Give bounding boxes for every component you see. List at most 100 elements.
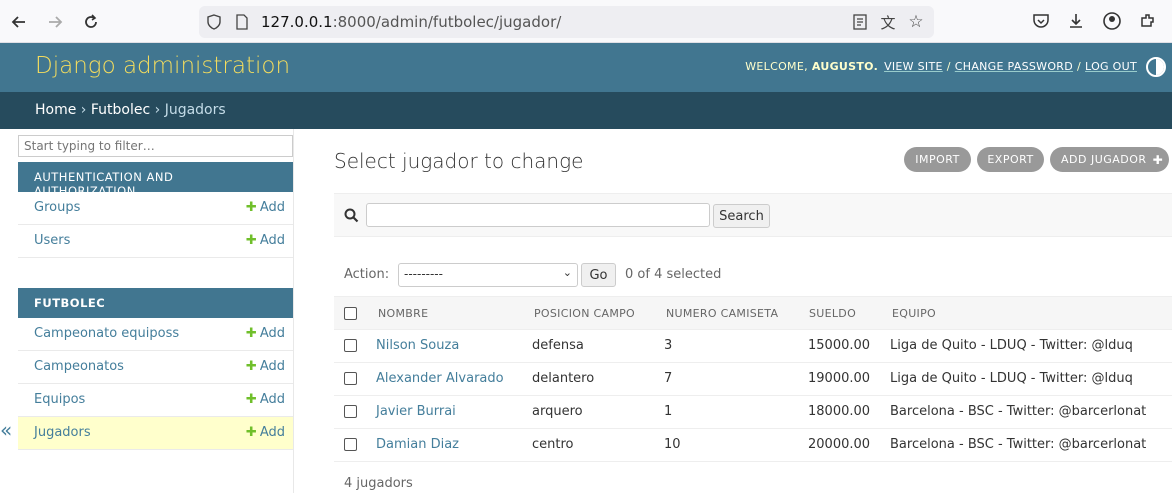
sidebar-item-campeonatos[interactable]: Campeonatos ✚ Add [18, 351, 293, 384]
add-link[interactable]: ✚ Add [246, 200, 285, 215]
column-header[interactable]: EQUIPO [892, 307, 936, 320]
table-cell: defensa [532, 338, 584, 353]
column-header[interactable]: NOMBRE [378, 307, 428, 320]
pocket-icon[interactable] [1031, 11, 1051, 31]
import-button[interactable]: IMPORT [904, 147, 971, 172]
row-link[interactable]: Damian Diaz [376, 437, 459, 452]
table-cell: Liga de Quito - LDUQ - Twitter: @lduq [890, 371, 1133, 386]
user-tools: WELCOME, AUGUSTO. VIEW SITE / CHANGE PAS… [745, 60, 1137, 73]
plus-icon: ✚ [245, 233, 257, 248]
table-cell: Liga de Quito - LDUQ - Twitter: @lduq [890, 338, 1133, 353]
page-icon [232, 12, 252, 32]
plus-icon: ✚ [245, 425, 257, 440]
table-cell: 1 [664, 404, 673, 419]
action-select[interactable]: --------- ⌄ [398, 263, 578, 287]
sidebar-item-jugadors[interactable]: Jugadors ✚ Add [18, 417, 293, 450]
column-header[interactable]: POSICION CAMPO [534, 307, 635, 320]
column-header[interactable]: SUELDO [809, 307, 856, 320]
table-cell: arquero [532, 404, 583, 419]
welcome-text: WELCOME, [745, 60, 808, 73]
table-cell: 15000.00 [808, 338, 871, 353]
browser-toolbar: 127.0.0.1:8000/admin/futbolec/jugador/ 文… [0, 0, 1172, 43]
sidebar-collapse-toggle[interactable]: « [0, 418, 14, 442]
extensions-icon[interactable] [1138, 11, 1158, 31]
sidebar-item-equipos[interactable]: Equipos ✚ Add [18, 384, 293, 417]
table-cell: 3 [664, 338, 673, 353]
row-checkbox[interactable] [344, 438, 357, 451]
table-row: Javier Burrai arquero 1 18000.00 Barcelo… [334, 396, 1172, 429]
nav-sidebar: AUTHENTICATION AND AUTHORIZATION Groups … [17, 129, 294, 493]
view-site-link[interactable]: VIEW SITE [884, 60, 943, 73]
address-bar[interactable]: 127.0.0.1:8000/admin/futbolec/jugador/ 文… [199, 6, 934, 38]
model-link[interactable]: Jugadors [34, 425, 91, 440]
plus-icon: ✚ [245, 392, 257, 407]
action-label: Action: [344, 267, 390, 282]
app-caption-futbolec[interactable]: FUTBOLEC [18, 288, 293, 318]
table-row: Alexander Alvarado delantero 7 19000.00 … [334, 363, 1172, 396]
paginator: 4 jugadors [344, 476, 413, 491]
row-link[interactable]: Nilson Souza [376, 338, 459, 353]
row-checkbox[interactable] [344, 339, 357, 352]
go-button[interactable]: Go [581, 263, 616, 287]
app-caption-auth[interactable]: AUTHENTICATION AND AUTHORIZATION [18, 162, 293, 198]
table-cell: delantero [532, 371, 595, 386]
shield-icon[interactable] [204, 12, 224, 32]
add-jugador-button[interactable]: ADD JUGADOR ✚ [1050, 147, 1169, 172]
translate-icon[interactable]: 文 [878, 12, 898, 32]
sidebar-item-users[interactable]: Users ✚ Add [18, 225, 293, 258]
search-input[interactable] [366, 203, 710, 227]
add-link[interactable]: ✚ Add [246, 233, 285, 248]
table-cell: 10 [664, 437, 681, 452]
nav-filter-input[interactable] [18, 135, 293, 157]
model-link[interactable]: Equipos [34, 392, 85, 407]
row-link[interactable]: Alexander Alvarado [376, 371, 504, 386]
row-link[interactable]: Javier Burrai [376, 404, 456, 419]
plus-icon: ✚ [245, 359, 257, 374]
model-link[interactable]: Users [34, 233, 70, 248]
model-link[interactable]: Groups [34, 200, 80, 215]
search-button[interactable]: Search [713, 204, 770, 228]
plus-icon: ✚ [1152, 152, 1164, 167]
table-cell: Barcelona - BSC - Twitter: @barcerlonat [890, 437, 1147, 452]
table-header: NOMBRE POSICION CAMPO NUMERO CAMISETA SU… [334, 296, 1172, 330]
plus-icon: ✚ [245, 326, 257, 341]
table-row: Damian Diaz centro 10 20000.00 Barcelona… [334, 429, 1172, 462]
row-checkbox[interactable] [344, 372, 357, 385]
table-cell: 20000.00 [808, 437, 871, 452]
table-row: Nilson Souza defensa 3 15000.00 Liga de … [334, 330, 1172, 363]
table-cell: centro [532, 437, 574, 452]
select-all-checkbox[interactable] [344, 307, 357, 320]
table-cell: 18000.00 [808, 404, 871, 419]
reload-icon[interactable] [80, 11, 102, 33]
table-cell: 19000.00 [808, 371, 871, 386]
sidebar-item-campeonato-equiposs[interactable]: Campeonato equiposs ✚ Add [18, 318, 293, 351]
column-header[interactable]: NUMERO CAMISETA [666, 307, 778, 320]
add-link[interactable]: ✚ Add [246, 326, 285, 341]
export-button[interactable]: EXPORT [977, 147, 1044, 172]
admin-header: Django administration WELCOME, AUGUSTO. … [0, 43, 1172, 92]
theme-toggle-icon[interactable] [1146, 57, 1166, 77]
breadcrumb-home[interactable]: Home [35, 102, 76, 118]
url-text[interactable]: 127.0.0.1:8000/admin/futbolec/jugador/ [261, 13, 561, 31]
log-out-link[interactable]: LOG OUT [1085, 60, 1137, 73]
page-title: Select jugador to change [334, 149, 584, 173]
forward-arrow-icon[interactable] [44, 11, 66, 33]
selected-count: 0 of 4 selected [625, 267, 722, 282]
model-link[interactable]: Campeonato equiposs [34, 326, 179, 341]
download-icon[interactable] [1066, 11, 1086, 31]
add-link[interactable]: ✚ Add [246, 425, 285, 440]
row-checkbox[interactable] [344, 405, 357, 418]
bookmark-star-icon[interactable]: ☆ [906, 12, 926, 32]
reader-view-icon[interactable] [850, 12, 870, 32]
model-link[interactable]: Campeonatos [34, 359, 124, 374]
chevron-down-icon: ⌄ [562, 266, 572, 279]
add-link[interactable]: ✚ Add [246, 392, 285, 407]
site-branding[interactable]: Django administration [35, 53, 290, 79]
search-icon [344, 208, 359, 227]
back-arrow-icon[interactable] [8, 11, 30, 33]
breadcrumb-app[interactable]: Futbolec [91, 102, 150, 118]
add-link[interactable]: ✚ Add [246, 359, 285, 374]
account-icon[interactable] [1102, 11, 1122, 31]
sidebar-item-groups[interactable]: Groups ✚ Add [18, 192, 293, 225]
change-password-link[interactable]: CHANGE PASSWORD [955, 60, 1073, 73]
